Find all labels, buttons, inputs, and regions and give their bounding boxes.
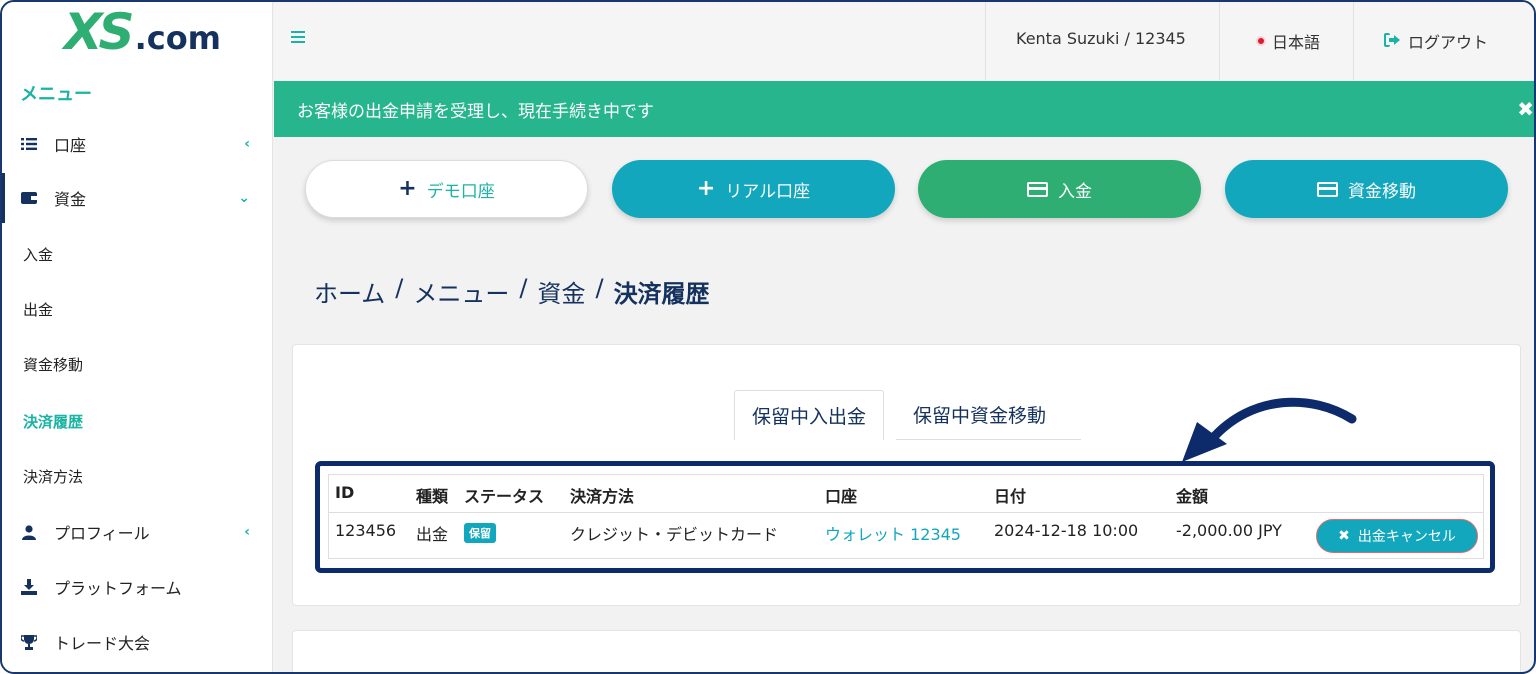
real-account-label: リアル口座 (725, 181, 811, 202)
logo[interactable]: XS .com (64, 3, 221, 61)
sidebar-item-profile[interactable]: プロフィール ‹ (2, 507, 272, 557)
cell-date: 2024-12-18 10:00 (994, 521, 1139, 540)
sidebar-item-label: プロフィール (54, 524, 150, 543)
sidebar-item-label: 資金 (54, 190, 87, 209)
breadcrumb: ホーム / メニュー / 資金 / 決済履歴 (314, 274, 720, 309)
logout-link[interactable]: ログアウト (1384, 29, 1488, 53)
divider (1219, 2, 1220, 80)
sidebar-item-label: トレード大会 (54, 634, 151, 653)
sidebar-item-label: 口座 (54, 136, 87, 155)
annotation-arrow (1182, 397, 1357, 462)
user-icon (20, 524, 38, 540)
hamburger-menu-icon[interactable] (291, 31, 305, 45)
tab-pending-deposits-withdrawals[interactable]: 保留中入出金 (734, 390, 885, 440)
secondary-panel (292, 630, 1521, 672)
column-header-status: ステータス (464, 487, 545, 506)
list-icon (20, 137, 38, 151)
demo-account-label: デモ口座 (426, 181, 495, 202)
transfer-label: 資金移動 (1348, 181, 1416, 202)
sidebar-sub-withdraw[interactable]: 出金 (23, 299, 53, 320)
logo-xs: XS (64, 3, 135, 61)
japan-flag-icon (1256, 36, 1266, 46)
wallet-icon (20, 191, 38, 205)
column-header-type: 種類 (416, 487, 449, 506)
transfer-button[interactable]: 資金移動 (1225, 160, 1508, 218)
divider (1353, 2, 1354, 80)
credit-card-icon (1317, 181, 1338, 197)
download-icon (20, 579, 38, 595)
chevron-down-icon: ⌄ (238, 190, 250, 206)
close-icon: ✖ (1338, 528, 1350, 544)
breadcrumb-separator: / (519, 274, 528, 302)
logo-com: .com (134, 19, 222, 57)
sidebar-item-funds[interactable]: 資金 ⌄ (2, 173, 272, 223)
breadcrumb-home[interactable]: ホーム (314, 274, 385, 309)
column-header-method: 決済方法 (570, 487, 635, 506)
menu-heading: メニュー (20, 84, 92, 105)
breadcrumb-funds[interactable]: 資金 (537, 274, 585, 309)
column-header-amount: 金額 (1176, 487, 1209, 506)
language-label: 日本語 (1272, 33, 1321, 52)
cancel-withdrawal-button[interactable]: ✖ 出金キャンセル (1316, 519, 1478, 553)
deposit-button[interactable]: 入金 (918, 160, 1201, 218)
column-header-id: ID (335, 483, 355, 502)
real-account-button[interactable]: + リアル口座 (612, 160, 895, 218)
status-badge: 保留 (464, 523, 496, 543)
chevron-left-icon: ‹ (244, 524, 250, 540)
sidebar-sub-payment-methods[interactable]: 決済方法 (23, 466, 83, 487)
cell-type: 出金 (416, 525, 449, 544)
sidebar: XS .com メニュー 口座 ‹ 資金 ⌄ 入金 出金 資金移動 決済履歴 決… (2, 2, 273, 672)
chevron-left-icon: ‹ (244, 136, 250, 152)
plus-icon: + (696, 176, 716, 201)
breadcrumb-current: 決済履歴 (613, 280, 710, 308)
column-header-account: 口座 (825, 487, 858, 506)
trophy-icon (20, 634, 38, 650)
tab-pending-transfers[interactable]: 保留中資金移動 (896, 390, 1081, 440)
cell-method: クレジット・デビットカード (570, 525, 779, 544)
account-link[interactable]: ウォレット 12345 (825, 521, 961, 545)
breadcrumb-separator: / (395, 274, 404, 302)
sidebar-item-accounts[interactable]: 口座 ‹ (2, 119, 272, 169)
sidebar-sub-deposit[interactable]: 入金 (23, 244, 53, 265)
sidebar-item-label: プラットフォーム (54, 579, 182, 598)
app-frame: XS .com メニュー 口座 ‹ 資金 ⌄ 入金 出金 資金移動 決済履歴 決… (0, 0, 1536, 674)
cell-amount: -2,000.00 JPY (1176, 521, 1282, 540)
deposit-label: 入金 (1058, 181, 1092, 202)
close-icon[interactable]: ✖ (1517, 97, 1534, 121)
demo-account-button[interactable]: + デモ口座 (305, 160, 588, 218)
sidebar-sub-transfer[interactable]: 資金移動 (23, 354, 83, 375)
sign-out-icon (1384, 32, 1400, 51)
sidebar-item-trade-contest[interactable]: トレード大会 (2, 617, 272, 667)
column-header-date: 日付 (994, 487, 1027, 506)
language-selector[interactable]: 日本語 (1256, 29, 1320, 53)
success-alert: お客様の出金申請を受理し、現在手続き中です ✖ (274, 81, 1534, 137)
top-bar: Kenta Suzuki / 12345 日本語 ログアウト (274, 2, 1534, 80)
breadcrumb-menu[interactable]: メニュー (413, 274, 509, 309)
credit-card-icon (1027, 181, 1048, 197)
breadcrumb-separator: / (595, 274, 604, 302)
row-divider (329, 512, 1483, 513)
user-account-label: Kenta Suzuki / 12345 (1016, 29, 1186, 48)
plus-icon: + (398, 176, 417, 201)
logout-label: ログアウト (1408, 33, 1489, 52)
pending-transactions-table: ID 種類 ステータス 決済方法 口座 日付 金額 123456 出金 保留 ク… (328, 474, 1484, 559)
sidebar-item-platform[interactable]: プラットフォーム (2, 562, 272, 612)
alert-message: お客様の出金申請を受理し、現在手続き中です (297, 101, 654, 122)
cancel-withdrawal-label: 出金キャンセル (1357, 529, 1456, 545)
divider (985, 2, 986, 80)
sidebar-sub-payment-history[interactable]: 決済履歴 (23, 411, 83, 432)
cell-id: 123456 (335, 521, 397, 540)
